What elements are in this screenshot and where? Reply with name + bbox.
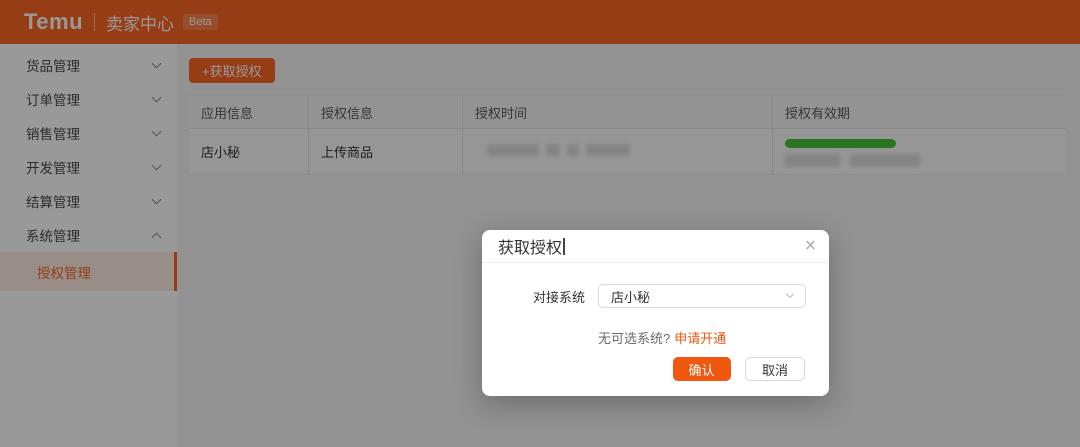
get-authorization-modal: 获取授权 × 对接系统 店小秘 无可选系统? 申请开通 确认 取消 <box>482 230 829 396</box>
cancel-button[interactable]: 取消 <box>744 357 805 381</box>
apply-access-link[interactable]: 申请开通 <box>674 331 726 346</box>
no-system-hint: 无可选系统? 申请开通 <box>598 328 829 346</box>
modal-footer: 确认 取消 <box>482 357 829 381</box>
chevron-down-icon <box>785 289 795 299</box>
modal-header: 获取授权 × <box>482 230 829 263</box>
text-caret <box>563 237 566 255</box>
system-select[interactable]: 店小秘 <box>598 284 806 308</box>
temu-seller-center-app: Temu 卖家中心 Beta 货品管理 订单管理 销售管理 开发管理 结算管理 … <box>0 0 1080 447</box>
system-select-value: 店小秘 <box>611 289 651 305</box>
system-field-label: 对接系统 <box>532 289 585 305</box>
hint-text: 无可选系统? <box>598 331 671 346</box>
modal-title: 获取授权 <box>498 240 563 257</box>
system-field-row: 对接系统 店小秘 <box>482 284 829 308</box>
confirm-button[interactable]: 确认 <box>672 357 731 381</box>
close-icon[interactable]: × <box>805 237 816 256</box>
modal-body: 对接系统 店小秘 无可选系统? 申请开通 确认 取消 <box>482 263 829 381</box>
